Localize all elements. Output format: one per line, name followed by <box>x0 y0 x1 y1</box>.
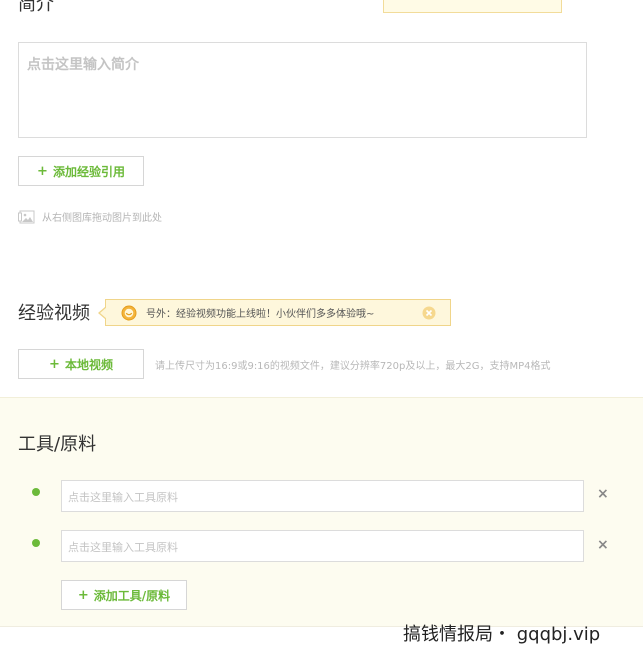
bullet-dot <box>32 539 40 547</box>
tool-input-2[interactable]: 点击这里输入工具原料 <box>61 530 584 562</box>
add-tool-label: 添加工具/原料 <box>93 588 171 603</box>
image-icon <box>18 210 36 224</box>
remove-tool-1-close-icon[interactable]: × <box>597 486 609 502</box>
watermark-text: 搞钱情报局・ gqqbj.vip <box>403 624 601 645</box>
add-reference-button[interactable]: + 添加经验引用 <box>18 156 144 186</box>
drag-hint-text: 从右侧图库拖动图片到此处 <box>42 213 162 224</box>
video-notice: 号外：经验视频功能上线啦！小伙伴们多多体验哦~ <box>98 299 451 326</box>
add-reference-label: 添加经验引用 <box>52 164 125 179</box>
tool-input-1[interactable]: 点击这里输入工具原料 <box>61 480 584 512</box>
intro-title: 简介 <box>18 0 54 15</box>
tool-placeholder: 点击这里输入工具原料 <box>68 491 178 504</box>
upload-local-video-button[interactable]: + 本地视频 <box>18 349 144 379</box>
intro-placeholder: 点击这里输入简介 <box>27 57 139 73</box>
upload-hint: 请上传尺寸为16:9或9:16的视频文件，建议分辨率720p及以上，最大2G，支… <box>155 361 551 372</box>
upload-video-label: 本地视频 <box>64 357 113 372</box>
bullet-dot <box>32 488 40 496</box>
tools-title: 工具/原料 <box>18 434 97 455</box>
tool-placeholder: 点击这里输入工具原料 <box>68 541 178 554</box>
notice-smile-icon <box>121 305 137 321</box>
tools-panel: 工具/原料 点击这里输入工具原料 × 点击这里输入工具原料 × + 添加工具/原… <box>0 397 643 627</box>
plus-icon: + <box>37 163 48 179</box>
remove-tool-2-close-icon[interactable]: × <box>597 537 609 553</box>
video-title: 经验视频 <box>18 303 90 324</box>
notice-close-icon[interactable] <box>422 306 436 320</box>
drag-image-hint: 从右侧图库拖动图片到此处 <box>18 209 162 224</box>
notice-text: 号外：经验视频功能上线啦！小伙伴们多多体验哦~ <box>146 309 375 320</box>
tooltip-box <box>383 0 562 13</box>
plus-icon: + <box>77 587 89 603</box>
intro-textarea[interactable]: 点击这里输入简介 <box>18 42 587 138</box>
add-tool-button[interactable]: + 添加工具/原料 <box>61 580 187 610</box>
plus-icon: + <box>49 356 60 372</box>
